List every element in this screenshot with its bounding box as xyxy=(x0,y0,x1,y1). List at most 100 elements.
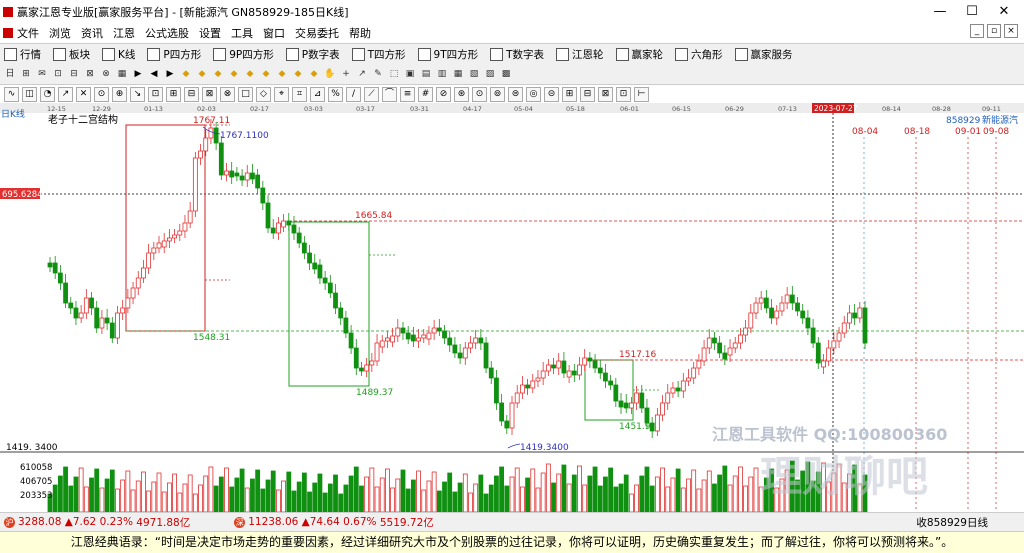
menu-formula[interactable]: 公式选股 xyxy=(145,25,189,41)
toolbar-12-button[interactable]: 赢家服务 xyxy=(731,47,793,62)
indicator-tool-3-icon[interactable]: ↗ xyxy=(58,86,73,102)
menu-browse[interactable]: 浏览 xyxy=(49,25,71,41)
indicator-tool-34-icon[interactable]: ⊡ xyxy=(616,86,631,102)
indicator-tool-17-icon[interactable]: ⊿ xyxy=(310,86,325,102)
draw-tool-22-icon[interactable]: ↗ xyxy=(356,68,368,80)
indicator-tool-1-icon[interactable]: ◫ xyxy=(22,86,37,102)
draw-tool-15-icon[interactable]: ◆ xyxy=(244,68,256,80)
draw-tool-30-icon[interactable]: ▨ xyxy=(484,68,496,80)
draw-tool-12-icon[interactable]: ◆ xyxy=(196,68,208,80)
indicator-tool-21-icon[interactable]: ⌒ xyxy=(382,86,397,102)
indicator-tool-6-icon[interactable]: ⊕ xyxy=(112,86,127,102)
draw-tool-28-icon[interactable]: ▦ xyxy=(452,68,464,80)
indicator-tool-35-icon[interactable]: ⊢ xyxy=(634,86,649,102)
menu-tools[interactable]: 工具 xyxy=(231,25,253,41)
toolbar-2-button[interactable]: K线 xyxy=(98,47,135,62)
indicator-tool-5-icon[interactable]: ⊙ xyxy=(94,86,109,102)
draw-tool-10-icon[interactable]: ▶ xyxy=(164,68,176,80)
indicator-tool-14-icon[interactable]: ◇ xyxy=(256,86,271,102)
draw-tool-31-icon[interactable]: ▩ xyxy=(500,68,512,80)
toolbar-6-button[interactable]: T四方形 xyxy=(348,47,406,62)
indicator-tool-23-icon[interactable]: # xyxy=(418,86,433,102)
menu-help[interactable]: 帮助 xyxy=(349,25,371,41)
draw-tool-6-icon[interactable]: ⊗ xyxy=(100,68,112,80)
indicator-tool-26-icon[interactable]: ⊙ xyxy=(472,86,487,102)
draw-tool-8-icon[interactable]: ▶ xyxy=(132,68,144,80)
toolbar-8-button[interactable]: T数字表 xyxy=(486,47,544,62)
indicator-tool-0-icon[interactable]: ∿ xyxy=(4,86,19,102)
draw-tool-1-icon[interactable]: ⊞ xyxy=(20,68,32,80)
draw-tool-24-icon[interactable]: ⬚ xyxy=(388,68,400,80)
indicator-tool-27-icon[interactable]: ⊚ xyxy=(490,86,505,102)
draw-tool-27-icon[interactable]: ▥ xyxy=(436,68,448,80)
toolbar-7-button[interactable]: 9T四方形 xyxy=(414,47,478,62)
draw-tool-11-icon[interactable]: ◆ xyxy=(180,68,192,80)
toolbar-9-button[interactable]: 江恩轮 xyxy=(552,47,604,62)
indicator-tool-29-icon[interactable]: ◎ xyxy=(526,86,541,102)
indicator-tool-28-icon[interactable]: ⊜ xyxy=(508,86,523,102)
indicator-tool-8-icon[interactable]: ⊡ xyxy=(148,86,163,102)
draw-tool-7-icon[interactable]: ▦ xyxy=(116,68,128,80)
maximize-button[interactable]: ☐ xyxy=(956,0,988,24)
draw-tool-21-icon[interactable]: + xyxy=(340,68,352,80)
toolbar-0-button[interactable]: 行情 xyxy=(0,47,41,62)
close-button[interactable]: ✕ xyxy=(988,0,1020,24)
draw-tool-29-icon[interactable]: ▧ xyxy=(468,68,480,80)
indicator-tool-22-icon[interactable]: ≡ xyxy=(400,86,415,102)
indicator-tool-25-icon[interactable]: ⊛ xyxy=(454,86,469,102)
menu-file[interactable]: 文件 xyxy=(17,25,39,41)
menu-gann[interactable]: 江恩 xyxy=(113,25,135,41)
draw-tool-23-icon[interactable]: ✎ xyxy=(372,68,384,80)
draw-tool-16-icon[interactable]: ◆ xyxy=(260,68,272,80)
indicator-tool-9-icon[interactable]: ⊞ xyxy=(166,86,181,102)
candle-body xyxy=(805,317,811,329)
indicator-tool-19-icon[interactable]: / xyxy=(346,86,361,102)
draw-tool-0-icon[interactable]: 日 xyxy=(4,68,16,80)
draw-tool-26-icon[interactable]: ▤ xyxy=(420,68,432,80)
draw-tool-19-icon[interactable]: ◆ xyxy=(308,68,320,80)
draw-tool-3-icon[interactable]: ⊡ xyxy=(52,68,64,80)
draw-tool-9-icon[interactable]: ◀ xyxy=(148,68,160,80)
indicator-tool-7-icon[interactable]: ↘ xyxy=(130,86,145,102)
toolbar-1-button[interactable]: 板块 xyxy=(49,47,90,62)
candlestick-chart[interactable]: 12-15 12-29 01-13 02-03 02-17 03-03 03-17 03-31… xyxy=(0,103,1024,512)
draw-tool-14-icon[interactable]: ◆ xyxy=(228,68,240,80)
indicator-tool-12-icon[interactable]: ⊗ xyxy=(220,86,235,102)
menu-info[interactable]: 资讯 xyxy=(81,25,103,41)
toolbar-11-button[interactable]: 六角形 xyxy=(671,47,723,62)
toolbar-10-button[interactable]: 赢家轮 xyxy=(612,47,663,62)
indicator-tool-30-icon[interactable]: ⊝ xyxy=(544,86,559,102)
draw-tool-18-icon[interactable]: ◆ xyxy=(292,68,304,80)
draw-tool-4-icon[interactable]: ⊟ xyxy=(68,68,80,80)
draw-tool-17-icon[interactable]: ◆ xyxy=(276,68,288,80)
draw-tool-2-icon[interactable]: ✉ xyxy=(36,68,48,80)
indicator-tool-15-icon[interactable]: ⌖ xyxy=(274,86,289,102)
indicator-tool-13-icon[interactable]: □ xyxy=(238,86,253,102)
indicator-tool-11-icon[interactable]: ⊠ xyxy=(202,86,217,102)
menu-window[interactable]: 窗口 xyxy=(263,25,285,41)
candle-body xyxy=(260,187,266,204)
draw-tool-25-icon[interactable]: ▣ xyxy=(404,68,416,80)
indicator-tool-2-icon[interactable]: ◔ xyxy=(40,86,55,102)
draw-tool-13-icon[interactable]: ◆ xyxy=(212,68,224,80)
indicator-tool-4-icon[interactable]: ✕ xyxy=(76,86,91,102)
draw-tool-5-icon[interactable]: ⊠ xyxy=(84,68,96,80)
mdi-close-button[interactable]: × xyxy=(1004,24,1018,38)
indicator-tool-32-icon[interactable]: ⊟ xyxy=(580,86,595,102)
mdi-minimize-button[interactable]: _ xyxy=(970,24,984,38)
indicator-tool-33-icon[interactable]: ⊠ xyxy=(598,86,613,102)
minimize-button[interactable]: — xyxy=(924,0,956,24)
draw-tool-20-icon[interactable]: ✋ xyxy=(324,68,336,80)
indicator-tool-16-icon[interactable]: ⌗ xyxy=(292,86,307,102)
toolbar-3-button[interactable]: P四方形 xyxy=(143,47,201,62)
indicator-tool-18-icon[interactable]: % xyxy=(328,86,343,102)
menu-trade[interactable]: 交易委托 xyxy=(295,25,339,41)
indicator-tool-31-icon[interactable]: ⊞ xyxy=(562,86,577,102)
toolbar-4-button[interactable]: 9P四方形 xyxy=(209,47,274,62)
menu-settings[interactable]: 设置 xyxy=(199,25,221,41)
mdi-restore-button[interactable]: ▫ xyxy=(987,24,1001,38)
indicator-tool-24-icon[interactable]: ⊘ xyxy=(436,86,451,102)
toolbar-5-button[interactable]: P数字表 xyxy=(282,47,340,62)
indicator-tool-20-icon[interactable]: ⟋ xyxy=(364,86,379,102)
indicator-tool-10-icon[interactable]: ⊟ xyxy=(184,86,199,102)
